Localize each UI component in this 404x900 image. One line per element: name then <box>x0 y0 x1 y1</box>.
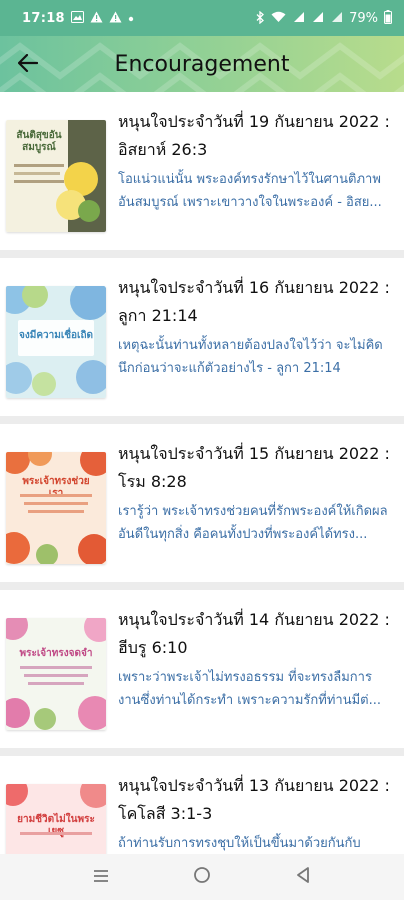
warning-icon <box>90 11 103 25</box>
bluetooth-icon <box>256 10 265 26</box>
item-text: หนุนใจประจำวันที่ 15 กันยายน 2022 : โรม … <box>106 438 394 546</box>
app-bar: Encouragement <box>0 36 404 92</box>
status-time: 17:18 <box>22 10 65 26</box>
item-title: หนุนใจประจำวันที่ 16 กันยายน 2022 : ลูกา… <box>118 278 390 325</box>
list-item[interactable]: พระเจ้าทรงจดจำ หนุนใจประจำวันที่ 14 กันย… <box>0 590 404 748</box>
item-thumbnail: พระเจ้าทรงจดจำ <box>6 618 106 730</box>
item-text: หนุนใจประจำวันที่ 19 กันยายน 2022 : อิสย… <box>106 106 394 214</box>
item-thumbnail: จงมีความเชื่อเถิด <box>6 286 106 398</box>
encouragement-list[interactable]: สันติสุขอันสมบูรณ์ หนุนใจประจำวันที่ 19 … <box>0 92 404 854</box>
item-title: หนุนใจประจำวันที่ 13 กันยายน 2022 : โคโล… <box>118 776 390 823</box>
battery-level: 79% <box>349 10 378 26</box>
home-button[interactable] <box>182 857 222 897</box>
thumb-text: สันติสุขอันสมบูรณ์ <box>16 130 62 153</box>
wifi-icon <box>271 11 286 25</box>
item-thumbnail: ยามชีวิตไม่ในพระเยซู <box>6 784 106 854</box>
item-description: โอแน่วแน่นั้น พระองค์ทรงรักษาไว้ในศานติภ… <box>118 172 382 210</box>
home-icon <box>193 866 211 888</box>
status-right: 79% <box>256 10 392 26</box>
item-title: หนุนใจประจำวันที่ 14 กันยายน 2022 : ฮีบร… <box>118 610 390 657</box>
status-bar: 17:18 79% <box>0 0 404 36</box>
item-title: หนุนใจประจำวันที่ 19 กันยายน 2022 : อิสย… <box>118 112 390 159</box>
list-item[interactable]: จงมีความเชื่อเถิด หนุนใจประจำวันที่ 16 ก… <box>0 258 404 416</box>
back-icon <box>296 867 310 887</box>
warning-icon <box>109 11 122 25</box>
recents-icon <box>93 868 109 887</box>
dot-icon <box>128 13 134 24</box>
item-text: หนุนใจประจำวันที่ 13 กันยายน 2022 : โคโล… <box>106 770 394 854</box>
nav-back-button[interactable] <box>283 857 323 897</box>
signal-icon <box>292 11 305 25</box>
item-text: หนุนใจประจำวันที่ 14 กันยายน 2022 : ฮีบร… <box>106 604 394 712</box>
back-button[interactable] <box>0 36 56 92</box>
list-item[interactable]: สันติสุขอันสมบูรณ์ หนุนใจประจำวันที่ 19 … <box>0 92 404 250</box>
signal-icon <box>311 11 324 25</box>
item-thumbnail: พระเจ้าทรงช่วยเรา <box>6 452 106 564</box>
arrow-back-icon <box>17 50 39 78</box>
page-title: Encouragement <box>114 51 290 77</box>
thumb-text: จงมีความเชื่อเถิด <box>18 330 94 341</box>
system-nav-bar <box>0 854 404 900</box>
item-description: ถ้าท่านรับการทรงชุบให้เป็นขึ้นมาด้วยกันก… <box>118 836 361 851</box>
thumb-text: พระเจ้าทรงจดจำ <box>19 648 93 659</box>
image-icon <box>70 11 84 25</box>
recents-button[interactable] <box>81 857 121 897</box>
signal-icon <box>330 11 343 25</box>
status-left: 17:18 <box>22 11 134 26</box>
list-item[interactable]: ยามชีวิตไม่ในพระเยซู หนุนใจประจำวันที่ 1… <box>0 756 404 854</box>
battery-icon <box>384 10 392 26</box>
item-text: หนุนใจประจำวันที่ 16 กันยายน 2022 : ลูกา… <box>106 272 394 380</box>
item-description: เหตุฉะนั้นท่านทั้งหลายต้องปลงใจไว้ว่า จะ… <box>118 338 383 376</box>
item-description: เพราะว่าพระเจ้าไม่ทรงอธรรม ที่จะทรงลืมกา… <box>118 670 382 708</box>
item-thumbnail: สันติสุขอันสมบูรณ์ <box>6 120 106 232</box>
item-description: เรารู้ว่า พระเจ้าทรงช่วยคนที่รักพระองค์ใ… <box>118 504 388 542</box>
item-title: หนุนใจประจำวันที่ 15 กันยายน 2022 : โรม … <box>118 444 390 491</box>
list-item[interactable]: พระเจ้าทรงช่วยเรา หนุนใจประจำวันที่ 15 ก… <box>0 424 404 582</box>
